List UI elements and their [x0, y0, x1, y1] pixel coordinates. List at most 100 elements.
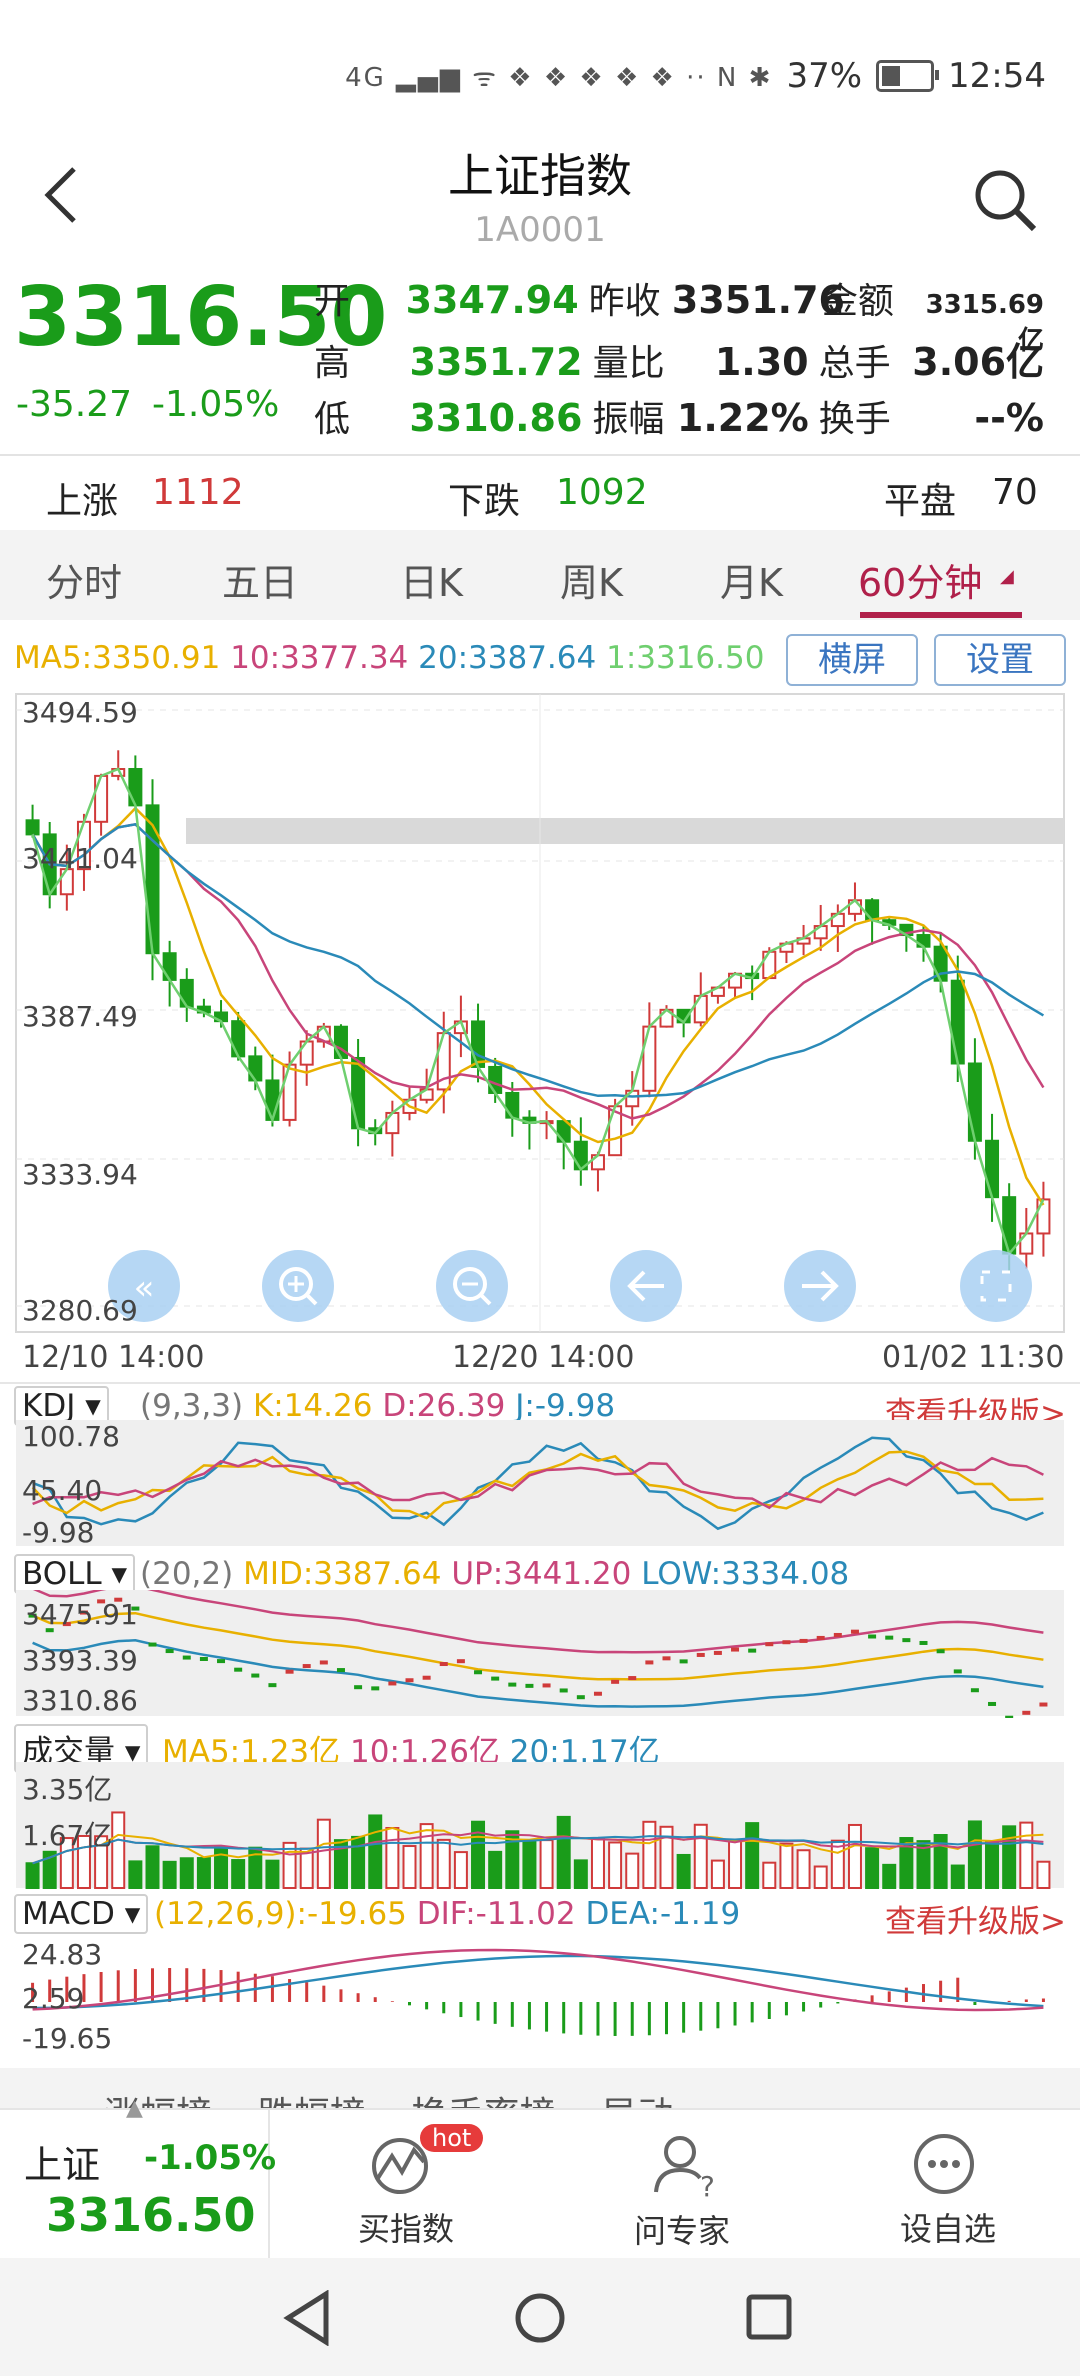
nav-recent-icon[interactable] [744, 2292, 796, 2344]
market-breadth: 上涨 1112 下跌 1092 平盘 70 [0, 458, 1080, 526]
volume-bar [162, 1860, 177, 1890]
label-turnover: 换手 [818, 399, 891, 440]
volume-y-tick: 3.35亿 [22, 1773, 113, 1806]
candlestick-chart[interactable]: « [0, 690, 1080, 1380]
landscape-button[interactable]: 横屏 [786, 634, 918, 686]
value-prev-close: 3351.76 [671, 278, 845, 322]
candle-body [248, 1055, 263, 1082]
tab-intraday[interactable]: 分时 [46, 552, 122, 607]
volume-bar [196, 1857, 211, 1889]
volume-bar [128, 1860, 143, 1889]
boll-tick [525, 1683, 534, 1688]
volume-bar [539, 1839, 554, 1889]
label-high: 高 [314, 343, 351, 384]
boll-up: UP:3441.20 [451, 1556, 632, 1592]
boll-tick [354, 1685, 363, 1690]
index-summary[interactable]: ▲ 上证 -1.05% 3316.50 [0, 2096, 276, 2260]
macd-dif-line [32, 1948, 1044, 2012]
ask-expert-label: 问专家 [634, 2212, 731, 2250]
clock: 12:54 [948, 56, 1046, 96]
volume-bar [796, 1849, 811, 1889]
boll-tick [662, 1656, 671, 1661]
kdj-bg [16, 1420, 1064, 1546]
price-change: -35.27 [16, 384, 133, 425]
boll-params: (20,2) [140, 1556, 234, 1592]
ask-expert-button[interactable]: ? 问专家 [620, 2122, 750, 2252]
boll-tick [593, 1691, 602, 1696]
volume-bar [847, 1823, 862, 1889]
boll-tick [388, 1681, 397, 1686]
volume-bar [1019, 1821, 1034, 1890]
hot-badge: hot [420, 2124, 484, 2152]
svg-text:?: ? [700, 2170, 715, 2198]
volume-bar [950, 1864, 965, 1889]
divider [0, 454, 1080, 456]
price-change-pct: -1.05% [152, 384, 280, 425]
value-total-hands: 3.06亿 [912, 340, 1045, 384]
boll-tick [696, 1652, 705, 1657]
boll-tick [405, 1678, 414, 1683]
boll-tick [182, 1655, 191, 1660]
boll-values: (20,2) MID:3387.64 UP:3441.20 LOW:3334.0… [140, 1556, 849, 1592]
down-label: 下跌 [448, 481, 521, 522]
ma20-line [31, 822, 1045, 1098]
up-count: 1112 [152, 472, 244, 513]
candle-body [299, 1040, 314, 1066]
label-open: 开 [314, 281, 351, 322]
volume-bar [1002, 1825, 1017, 1889]
label-low: 低 [314, 399, 351, 440]
boll-selector[interactable]: BOLL ▾ [14, 1554, 136, 1594]
ranking-tabs-text[interactable]: 涨幅榜 跌幅榜 换手率榜 异动 [104, 2086, 673, 2108]
volume-bar [882, 1863, 897, 1890]
tab-monthly-k[interactable]: 月K [720, 552, 783, 607]
candle-body [162, 952, 177, 981]
settings-button[interactable]: 设置 [934, 634, 1066, 686]
quote-row: 高 3351.72 量比 1.30 总手 3.06亿 [314, 331, 1044, 390]
summary-pct: -1.05% [144, 2138, 277, 2178]
tab-60min[interactable]: 60分钟 [858, 552, 982, 607]
y-tick-label: 3441.04 [22, 842, 138, 875]
more-dots-icon [914, 2134, 974, 2194]
volume-bar [522, 1840, 537, 1890]
candle-body [642, 1025, 657, 1092]
volume-bar [145, 1845, 160, 1889]
bottom-action-bar: ▲ 上证 -1.05% 3316.50 hot 买指数 ? 问专家 设自选 [0, 2096, 1080, 2260]
tab-daily-k[interactable]: 日K [400, 552, 463, 607]
add-favorite-button[interactable]: 设自选 [880, 2122, 1010, 2252]
quote-grid: 开 3347.94 昨收 3351.76 金额 3315.69亿 高 3351.… [314, 272, 1044, 449]
macd-selector[interactable]: MACD ▾ [14, 1894, 149, 1934]
buy-index-button[interactable]: hot 买指数 [340, 2122, 484, 2252]
macd-values: (12,26,9):-19.65 DIF:-11.02 DEA:-1.19 [154, 1896, 740, 1932]
candle-body [128, 768, 143, 807]
y-tick-label: 3387.49 [22, 1000, 138, 1033]
value-open: 3347.94 [405, 278, 579, 322]
zoom-out-icon [436, 1250, 508, 1322]
candle-body [471, 1020, 486, 1068]
nav-back-icon[interactable] [282, 2290, 332, 2346]
value-turnover: --% [974, 396, 1044, 440]
flat-count: 70 [992, 472, 1038, 513]
boll-tick [611, 1679, 620, 1684]
kdj-y-tick: 45.40 [22, 1474, 103, 1507]
ma1-value: 1:3316.50 [606, 640, 765, 676]
dropdown-triangle-icon[interactable]: ◢ [1000, 566, 1014, 587]
volume-bar [179, 1857, 194, 1890]
volume-bar [436, 1838, 451, 1890]
value-amplitude: 1.22% [676, 396, 809, 440]
label-amount: 金额 [821, 281, 894, 322]
kdj-values: (9,3,3) K:14.26 D:26.39 J:-9.98 [140, 1388, 615, 1424]
divider [0, 1382, 1080, 1384]
nav-home-icon[interactable] [512, 2290, 568, 2346]
boll-y-tick: 3310.86 [22, 1684, 138, 1717]
macd-name: MACD [22, 1896, 115, 1932]
boll-tick [902, 1638, 911, 1643]
tab-weekly-k[interactable]: 周K [560, 552, 623, 607]
search-icon[interactable] [970, 165, 1040, 235]
period-tabs: 分时 五日 日K 周K 月K 60分钟 ◢ [0, 530, 1080, 620]
volume-bar [625, 1852, 640, 1889]
volume-bar [231, 1859, 246, 1889]
tab-five-day[interactable]: 五日 [222, 552, 298, 607]
volume-bar [985, 1840, 1000, 1889]
boll-tick [148, 1642, 157, 1647]
boll-tick [422, 1675, 431, 1680]
